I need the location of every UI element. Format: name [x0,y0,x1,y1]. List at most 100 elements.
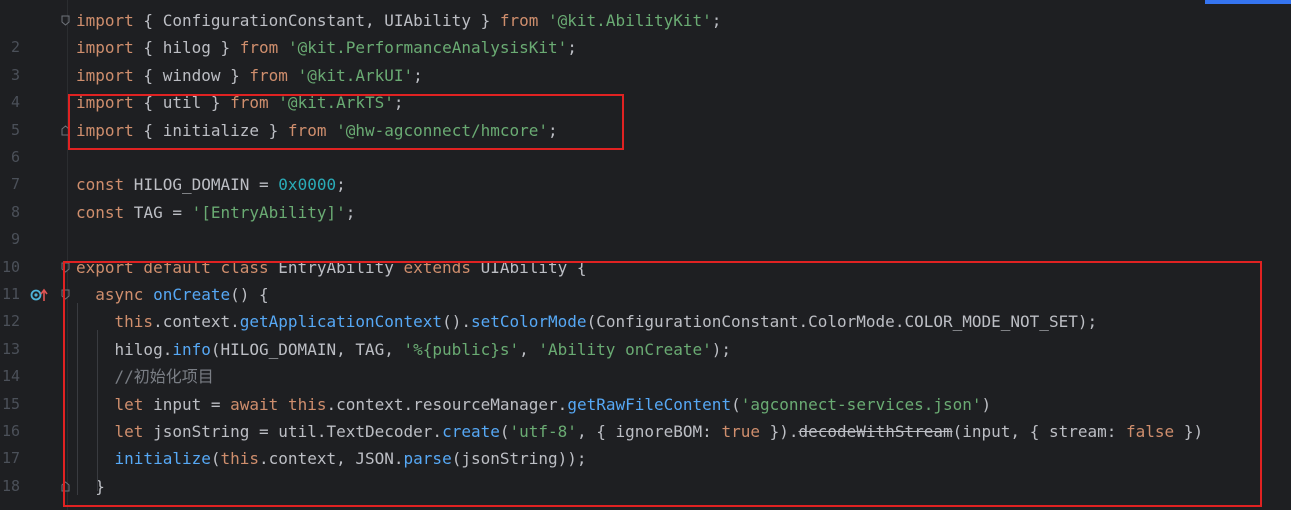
code-token: 'Ability onCreate' [538,339,712,359]
code-line[interactable]: 5 import { initialize } from '@hw-agconne… [0,117,1291,144]
code-line[interactable]: 3 import { window } from '@kit.ArkUI'; [0,62,1291,89]
fold-marker-icon[interactable] [61,289,70,300]
code-token: ; [711,11,722,30]
code-line[interactable]: 14 //初始化项目 [0,363,1291,390]
code-text: initialize(this.context, JSON.parse(json… [76,445,587,472]
code-token: { hilog } [133,38,240,58]
code-token: //初始化项目 [114,367,214,387]
code-line[interactable]: 7 const HILOG_DOMAIN = 0x0000; [0,171,1291,198]
code-text: const HILOG_DOMAIN = 0x0000; [76,171,346,198]
code-token: create [442,422,500,441]
code-token: const [76,202,125,222]
code-token: 'utf-8' [509,422,577,441]
code-token: .context. [153,312,240,332]
code-token: initialize [114,449,211,469]
code-line[interactable]: 6 [0,144,1291,171]
code-token: getRawFileContent [567,394,732,414]
code-token: import [76,120,134,140]
code-token: ); [711,339,732,359]
fold-marker-icon[interactable] [61,15,70,26]
code-line[interactable]: 2 import { hilog } from '@kit.Performance… [0,34,1291,61]
line-number: 4 [10,93,20,112]
code-token: ; [345,202,356,222]
code-token: }) [1174,422,1204,441]
code-text: export default class EntryAbility extend… [76,254,587,281]
code-token: }). [759,422,799,441]
line-number: 14 [1,367,20,386]
code-token: hilog. [76,339,173,359]
code-token: ; [393,93,404,113]
code-token: '[EntryAbility]' [191,202,346,222]
fold-marker-icon[interactable] [61,124,70,136]
code-token: '@hw-agconnect/hmcore' [336,120,549,140]
line-number: 12 [1,312,20,331]
fold-marker-icon[interactable] [61,262,70,273]
code-token: from [499,11,539,30]
code-token: ( [499,422,510,441]
code-editor[interactable]: import { ConfigurationConstant, UIAbilit… [0,0,1291,510]
code-line[interactable]: 11 async onCreate() { [0,281,1291,308]
code-token: true [721,422,760,441]
code-token: this [287,394,327,414]
code-token: 'agconnect-services.json' [740,394,982,414]
code-token: this [220,449,260,469]
code-token: { window } [133,65,250,85]
code-token: extends [403,257,471,277]
code-token: ( [731,394,741,414]
code-token: ; [413,65,423,85]
code-token: '%{public}s' [403,339,520,359]
code-token: .context.resourceManager. [326,394,568,414]
code-token: this [114,312,154,332]
code-text: import { initialize } from '@hw-agconnec… [76,117,558,144]
code-token: { initialize } [133,120,288,140]
code-token: { ConfigurationConstant, UIAbility } [133,11,500,30]
code-token: () { [230,285,269,304]
line-number: 5 [10,120,20,139]
code-token: ; [336,175,346,195]
code-line[interactable]: 15 let input = await this.context.resour… [0,391,1291,418]
line-number: 17 [1,449,20,468]
code-line[interactable]: 17 initialize(this.context, JSON.parse(j… [0,445,1291,472]
code-token: await [230,394,279,414]
code-token: parse [403,449,452,469]
code-text: import { ConfigurationConstant, UIAbilit… [76,7,721,34]
code-token: 0x0000 [278,175,337,195]
line-number: 18 [1,476,20,495]
code-line[interactable]: 9 [0,226,1291,253]
code-token: const [76,175,125,195]
code-token: } [76,476,105,496]
code-text: } [76,473,105,500]
code-line[interactable]: import { ConfigurationConstant, UIAbilit… [0,7,1291,34]
code-text: import { window } from '@kit.ArkUI'; [76,62,423,89]
code-line[interactable]: 10 export default class EntryAbility exte… [0,254,1291,281]
line-number: 10 [1,257,20,276]
code-token: (input, { stream: [952,422,1127,441]
code-line[interactable]: 18 } [0,473,1291,500]
code-token: import [76,93,134,113]
code-token: ; [567,38,577,58]
code-token: UIAbility { [470,257,587,277]
code-line[interactable]: 4 import { util } from '@kit.ArkTS'; [0,89,1291,116]
code-token: '@kit.AbilityKit' [548,11,712,30]
code-token: input = [143,394,231,414]
code-text: hilog.info(HILOG_DOMAIN, TAG, '%{public}… [76,336,732,363]
code-line[interactable]: 13 hilog.info(HILOG_DOMAIN, TAG, '%{publ… [0,336,1291,363]
override-method-icon[interactable] [30,287,48,303]
code-token: let [114,422,144,441]
code-line[interactable]: 12 this.context.getApplicationContext().… [0,308,1291,335]
code-text: import { util } from '@kit.ArkTS'; [76,89,404,116]
fold-marker-icon[interactable] [61,481,70,492]
code-token: .context, JSON. [259,449,404,469]
code-line[interactable]: 16 let jsonString = util.TextDecoder.cre… [0,418,1291,445]
code-token: async [95,285,144,304]
code-line[interactable]: 8 const TAG = '[EntryAbility]'; [0,199,1291,226]
code-token: from [239,38,279,58]
